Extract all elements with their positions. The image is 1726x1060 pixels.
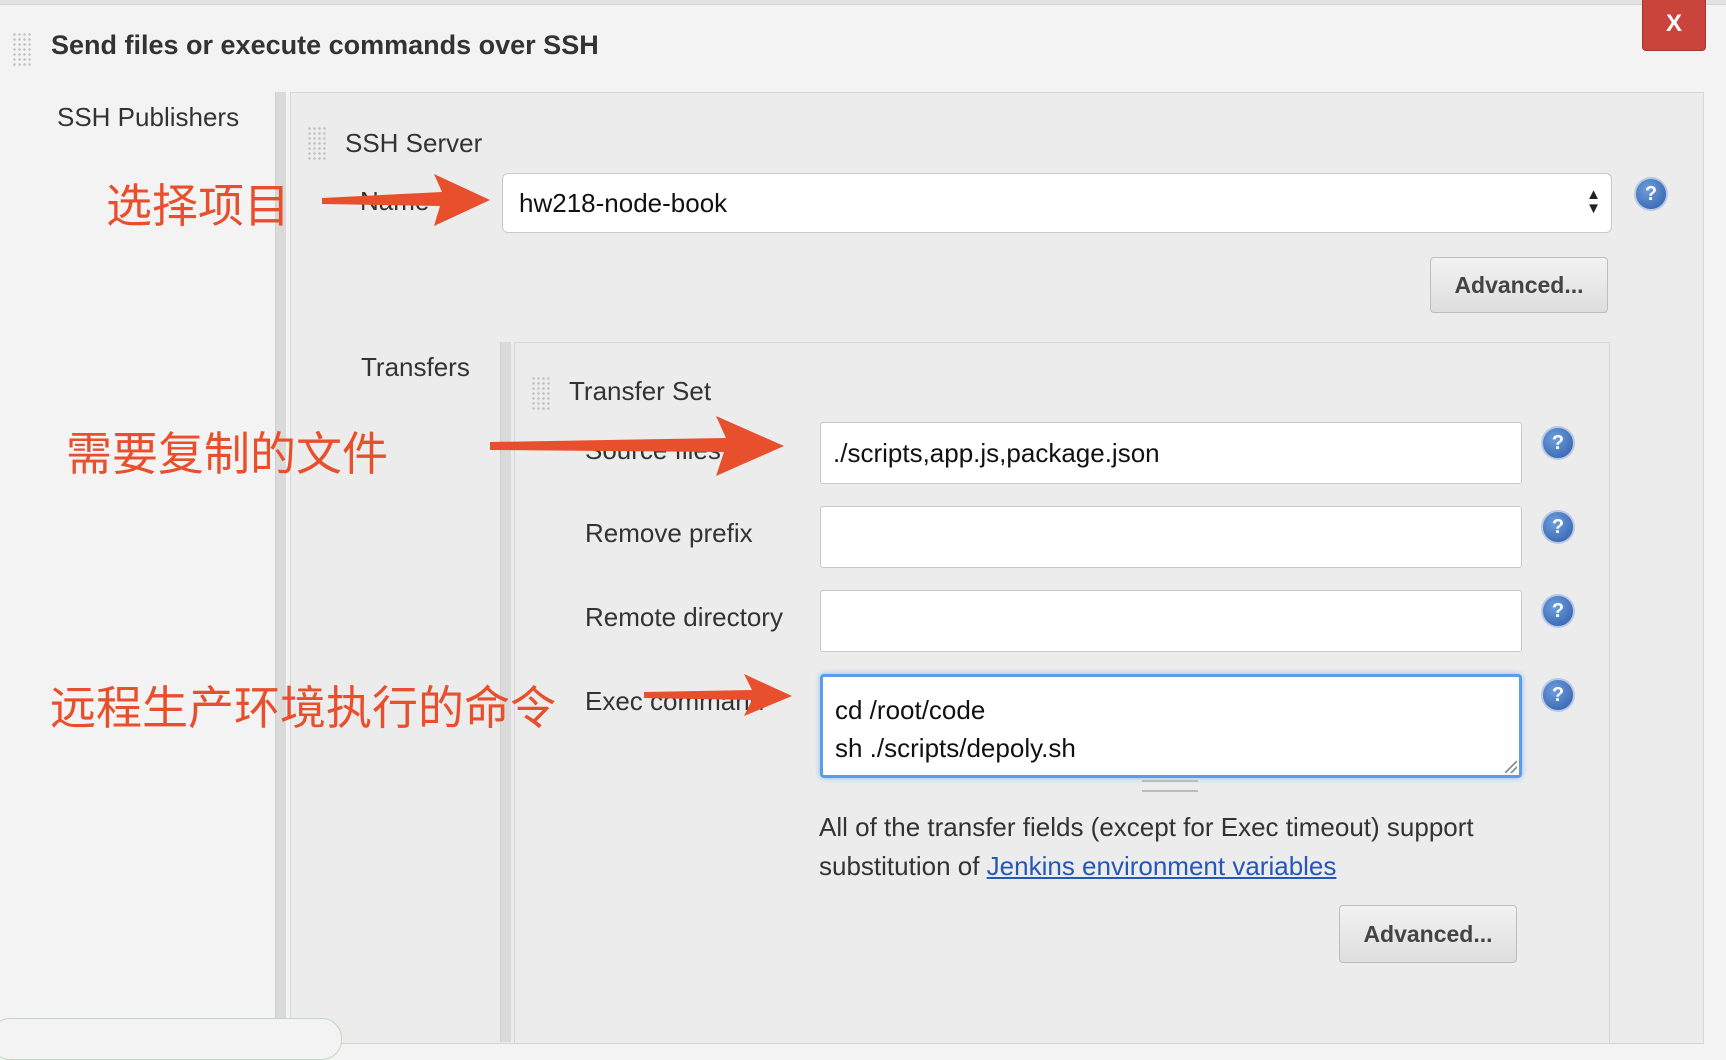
ssh-publishers-label: SSH Publishers [57, 102, 240, 132]
top-border [0, 0, 1726, 5]
help-icon[interactable]: ? [1634, 177, 1668, 211]
remove-prefix-input[interactable] [820, 506, 1522, 568]
transfer-set-title: Transfer Set [569, 376, 712, 406]
annotation-files-to-copy: 需要复制的文件 [66, 427, 388, 481]
server-name-select[interactable]: hw218-node-book ▲ ▼ [502, 173, 1612, 233]
remove-prefix-label: Remove prefix [585, 518, 753, 548]
exec-command-textarea[interactable]: cd /root/code sh ./scripts/depoly.sh [820, 674, 1522, 778]
exec-command-help-icon[interactable]: ? [1541, 678, 1575, 712]
annotation-arrow-icon [490, 416, 784, 476]
exec-command-line: cd /root/code [835, 695, 986, 725]
substitution-note: All of the transfer fields (except for E… [819, 808, 1579, 886]
transfer-drag-handle-icon[interactable] [531, 376, 551, 410]
server-advanced-button[interactable]: Advanced... [1430, 257, 1608, 313]
select-arrows-icon: ▲ ▼ [1586, 186, 1601, 217]
jenkins-env-vars-link[interactable]: Jenkins environment variables [987, 851, 1337, 881]
ssh-server-title: SSH Server [345, 128, 483, 158]
source-files-input[interactable]: ./scripts,app.js,package.json [820, 422, 1522, 484]
resize-handle-icon[interactable] [1505, 761, 1517, 773]
exec-command-line: sh ./scripts/depoly.sh [835, 733, 1076, 763]
transfer-advanced-button[interactable]: Advanced... [1339, 905, 1517, 963]
drag-handle-icon[interactable] [12, 32, 32, 66]
annotation-select-project: 选择项目 [106, 179, 290, 233]
server-drag-handle-icon[interactable] [307, 126, 327, 160]
annotation-remote-command: 远程生产环境执行的命令 [50, 681, 556, 735]
transfers-label: Transfers [361, 352, 470, 382]
remote-directory-help-icon[interactable]: ? [1541, 594, 1575, 628]
server-name-value: hw218-node-book [519, 188, 728, 218]
textarea-grabber[interactable] [1142, 780, 1198, 792]
remote-directory-label: Remote directory [585, 602, 783, 632]
remove-prefix-help-icon[interactable]: ? [1541, 510, 1575, 544]
remote-directory-input[interactable] [820, 590, 1522, 652]
section-title: Send files or execute commands over SSH [51, 30, 599, 60]
annotation-arrow-icon [322, 174, 490, 226]
source-files-help-icon[interactable]: ? [1541, 426, 1575, 460]
close-button[interactable]: X [1642, 0, 1706, 51]
bottom-edge-decoration [0, 1018, 342, 1060]
annotation-arrow-icon [644, 674, 792, 716]
